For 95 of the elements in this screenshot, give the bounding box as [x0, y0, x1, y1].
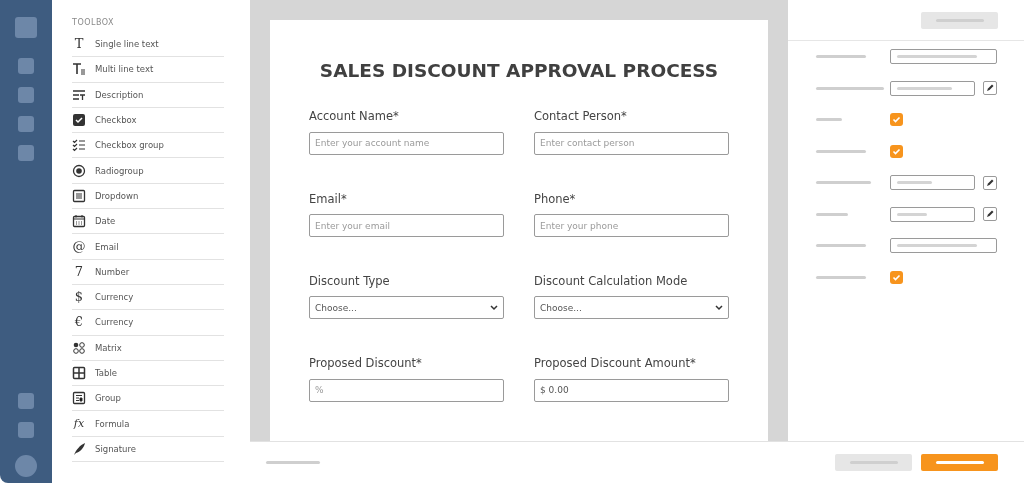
- secondary-button[interactable]: [835, 454, 912, 471]
- property-field[interactable]: [890, 206, 975, 222]
- checklist-icon: [72, 138, 86, 153]
- checkbox[interactable]: [890, 113, 903, 127]
- skeleton-line: [897, 181, 932, 185]
- radio-icon: [72, 163, 86, 178]
- header-button[interactable]: [921, 11, 998, 29]
- field-label: Account Name*: [309, 109, 400, 123]
- matrix-icon: [72, 340, 86, 355]
- input-field[interactable]: %: [309, 378, 504, 402]
- property-field[interactable]: [890, 49, 997, 65]
- rail-icon[interactable]: [18, 58, 34, 74]
- pencil-icon: [986, 210, 994, 219]
- toolbox-item[interactable]: Number: [95, 266, 130, 277]
- toolbox-icon: @: [72, 239, 86, 254]
- skeleton-line: [816, 55, 866, 59]
- skeleton-line: [266, 461, 320, 464]
- rail-icon[interactable]: [18, 87, 34, 103]
- chevron-down-icon: [715, 304, 723, 311]
- rail-icon[interactable]: [18, 393, 34, 409]
- input-field[interactable]: Enter your email: [309, 214, 504, 237]
- field-label: Proposed Discount Amount*: [534, 356, 697, 370]
- toolbox-item[interactable]: Currency: [95, 317, 134, 328]
- toolbox-item[interactable]: Single line text: [95, 39, 159, 50]
- toolbox-title: TOOLBOX: [72, 18, 116, 27]
- chevron-down-icon: [490, 304, 498, 311]
- input-field[interactable]: $ 0.00: [534, 378, 729, 402]
- skeleton-line: [816, 181, 871, 185]
- primary-button[interactable]: [921, 454, 998, 471]
- group-icon: [72, 391, 86, 406]
- field-label: Discount Calculation Mode: [534, 274, 689, 288]
- toolbox-icon: fx: [72, 416, 86, 431]
- multiline-icon: [72, 62, 86, 77]
- field-label: Discount Type: [309, 274, 391, 288]
- field-label: Phone*: [534, 191, 577, 206]
- toolbox-icon: T: [72, 37, 86, 52]
- rail-icon[interactable]: [18, 422, 34, 438]
- form-title: SALES DISCOUNT APPROVAL PROCESS: [318, 60, 720, 81]
- toolbox-item[interactable]: Email: [95, 241, 119, 252]
- check-icon: [892, 146, 901, 156]
- input-field[interactable]: Enter contact person: [534, 131, 729, 155]
- toolbox-item[interactable]: Multi line text: [95, 64, 154, 75]
- check-icon: [892, 272, 901, 282]
- skeleton-line: [816, 118, 842, 122]
- toolbox-item[interactable]: Currency: [95, 292, 134, 303]
- field-label: Email*: [309, 191, 348, 206]
- checkbox-icon: [72, 113, 86, 128]
- toolbox-item[interactable]: Group: [95, 393, 121, 404]
- dropdown-field[interactable]: Choose...: [309, 296, 504, 319]
- checkbox[interactable]: [890, 270, 903, 284]
- description-icon: [72, 87, 86, 102]
- field-label: Contact Person*: [534, 109, 628, 123]
- pencil-icon: [986, 178, 994, 187]
- toolbox-item[interactable]: Matrix: [95, 342, 122, 353]
- skeleton-line: [816, 212, 848, 216]
- dropdown-field[interactable]: Choose...: [534, 296, 729, 319]
- edit-button[interactable]: [983, 207, 997, 222]
- toolbox-item[interactable]: Date: [95, 216, 116, 227]
- edit-button[interactable]: [983, 175, 997, 190]
- table-icon: [72, 366, 86, 380]
- skeleton-line: [897, 212, 927, 216]
- dropdown-icon: [72, 188, 86, 203]
- avatar-icon[interactable]: [15, 455, 37, 477]
- toolbox-item[interactable]: Checkbox group: [95, 140, 164, 151]
- toolbox-item[interactable]: Description: [95, 89, 144, 100]
- property-field[interactable]: [890, 238, 997, 254]
- skeleton-line: [816, 86, 884, 90]
- toolbox-item[interactable]: Formula: [95, 418, 130, 429]
- toolbox-item[interactable]: Table: [95, 368, 117, 378]
- toolbox-item[interactable]: Signature: [95, 443, 136, 454]
- field-label: Proposed Discount*: [309, 356, 423, 370]
- checkbox[interactable]: [890, 144, 903, 158]
- rail-icon[interactable]: [18, 145, 34, 161]
- input-field[interactable]: Enter your phone: [534, 214, 729, 237]
- property-field[interactable]: [890, 175, 975, 191]
- toolbox-icon: $: [72, 290, 86, 305]
- input-field[interactable]: Enter your account name: [309, 131, 504, 155]
- toolbox-item[interactable]: Dropdown: [95, 190, 139, 201]
- rail-icon[interactable]: [15, 17, 37, 38]
- skeleton-line: [816, 149, 866, 153]
- toolbox-item[interactable]: Checkbox: [95, 115, 137, 126]
- skeleton-line: [816, 244, 866, 248]
- toolbox-icon: 7: [72, 264, 86, 279]
- check-icon: [892, 115, 901, 125]
- toolbox-icon: €: [72, 315, 86, 330]
- toolbox-item[interactable]: Radiogroup: [95, 165, 144, 176]
- skeleton-line: [897, 86, 952, 90]
- rail-icon[interactable]: [18, 116, 34, 132]
- skeleton-line: [816, 275, 866, 279]
- date-icon: [72, 214, 86, 229]
- edit-button[interactable]: [983, 81, 997, 96]
- property-field[interactable]: [890, 80, 975, 96]
- skeleton-line: [935, 461, 984, 464]
- signature-icon: [72, 441, 86, 456]
- pencil-icon: [986, 84, 994, 93]
